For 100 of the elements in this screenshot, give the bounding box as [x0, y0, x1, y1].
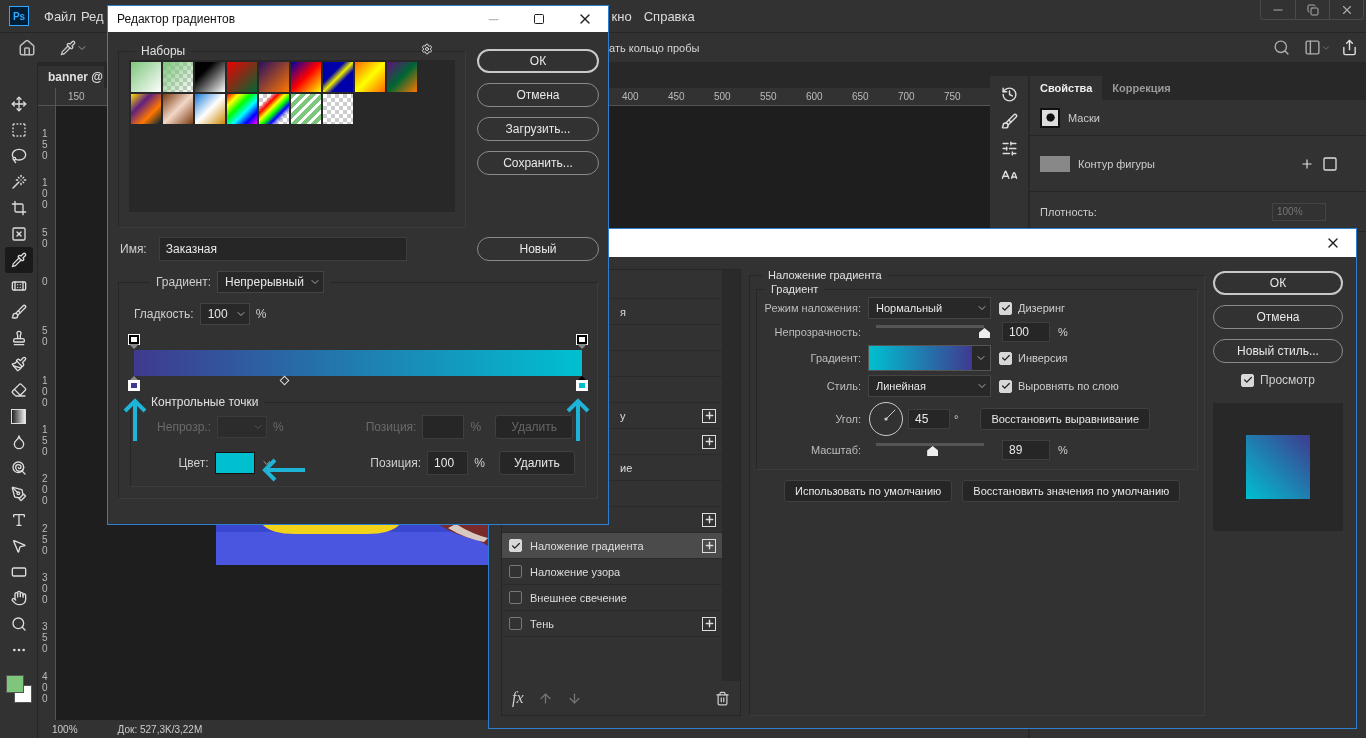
move-down-icon[interactable] — [566, 690, 582, 706]
shape-thumbnail — [1040, 155, 1070, 172]
add-icon[interactable] — [702, 408, 716, 423]
ruler-label: 100 — [42, 177, 48, 211]
dialog-button[interactable]: Отмена — [1213, 305, 1343, 329]
restore-icon[interactable] — [1306, 3, 1319, 16]
field-label: Градиент: — [809, 352, 861, 364]
brush-icon[interactable] — [1000, 113, 1018, 130]
reset-alignment-button[interactable]: Восстановить выравнивание — [980, 408, 1151, 430]
menu-item[interactable]: Справка — [643, 8, 695, 24]
home-icon[interactable] — [18, 38, 36, 57]
gradient-preset[interactable] — [195, 62, 225, 92]
ruler-label: 250 — [42, 522, 48, 556]
panel-tab[interactable]: Свойства — [1030, 76, 1103, 100]
eyedropper-icon[interactable] — [60, 39, 76, 56]
opacity-field[interactable]: 100 — [1002, 322, 1050, 342]
checkbox[interactable] — [509, 617, 522, 630]
position-field[interactable]: 100 — [427, 451, 469, 475]
checkbox[interactable] — [509, 565, 522, 578]
field-label: Градиент: — [156, 275, 211, 289]
unit-label: % — [470, 420, 482, 434]
window-title: Редактор градиентов — [117, 12, 236, 26]
trash-icon[interactable] — [715, 690, 730, 706]
group-title: Градиент — [770, 283, 820, 295]
default-button[interactable]: Восстановить значения по умолчанию — [962, 480, 1181, 502]
document-tab[interactable]: banner @ — [38, 66, 104, 88]
menu-item[interactable]: Файл — [44, 8, 76, 24]
dialog-button[interactable]: ОК — [477, 49, 599, 73]
gradient-preset[interactable] — [291, 62, 321, 92]
move-up-icon[interactable] — [537, 690, 553, 706]
default-button[interactable]: Использовать по умолчанию — [784, 480, 953, 502]
add-icon[interactable] — [702, 538, 716, 553]
vector-mask-icon[interactable] — [1322, 155, 1338, 172]
color-swatch[interactable] — [214, 452, 256, 474]
section-title: Наборы — [140, 44, 187, 58]
gradient-picker[interactable] — [868, 345, 991, 371]
ruler-label: 100 — [42, 374, 48, 408]
gradient-preset[interactable] — [259, 94, 289, 124]
tool-button[interactable] — [4, 247, 33, 273]
gradient-preset[interactable] — [227, 94, 257, 124]
ruler-label: 750 — [944, 91, 961, 102]
dialog-button[interactable]: Отмена — [477, 83, 599, 107]
field-label: Позиция: — [365, 420, 417, 434]
gradient-preset[interactable] — [323, 62, 353, 92]
lasso-icon — [10, 148, 27, 164]
checkbox-label: Выровнять по слою — [1018, 380, 1119, 392]
midpoint-icon[interactable] — [279, 375, 290, 386]
fx-button[interactable]: fx — [512, 689, 524, 707]
angle-dial[interactable] — [868, 401, 904, 437]
ruler-label: 400 — [622, 91, 639, 102]
style-list-item[interactable]: Наложение градиента — [502, 533, 722, 559]
pointer-icon — [10, 538, 27, 554]
slider-thumb[interactable] — [927, 446, 939, 456]
ruler-label: 50 — [42, 226, 48, 249]
search-icon[interactable] — [1273, 39, 1290, 56]
ruler-label: 200 — [42, 473, 48, 507]
maximize-icon[interactable] — [533, 13, 545, 25]
settings-icon[interactable] — [421, 43, 433, 55]
ruler-label: 700 — [898, 91, 915, 102]
dialog-button[interactable]: ОК — [1213, 271, 1343, 295]
dashed-square-icon — [10, 122, 27, 138]
unit-label: % — [1058, 444, 1068, 456]
add-icon[interactable] — [702, 434, 716, 449]
name-field[interactable]: Заказная — [158, 237, 407, 261]
dialog-button[interactable]: Сохранить... — [477, 151, 599, 175]
scale-field[interactable]: 89 — [1002, 440, 1050, 460]
opacity-stop[interactable] — [129, 335, 139, 349]
menu-item[interactable]: Ред — [80, 8, 104, 24]
sliders-icon[interactable] — [1000, 140, 1018, 157]
up-arrow-icon — [566, 398, 590, 442]
dialog-button[interactable]: Новый стиль... — [1213, 339, 1343, 363]
opacity-stop[interactable] — [577, 335, 587, 349]
add-icon[interactable] — [702, 616, 716, 631]
angle-field[interactable]: 45 — [908, 409, 950, 429]
checkbox-label: Просмотр — [1260, 373, 1315, 387]
field-label: Непрозрачность: — [773, 326, 861, 338]
new-button[interactable]: Новый — [477, 237, 599, 261]
color-stop[interactable] — [129, 376, 139, 390]
delete-button[interactable]: Удалить — [498, 451, 575, 475]
share-icon[interactable] — [1341, 39, 1358, 56]
workspace-icon[interactable] — [1304, 39, 1321, 56]
ruler-label: 500 — [714, 91, 731, 102]
option-label: ать кольцо пробы — [609, 41, 700, 54]
checkbox[interactable] — [509, 591, 522, 604]
add-icon[interactable] — [702, 512, 716, 527]
unit-label: ° — [954, 413, 959, 425]
menu-item[interactable]: кно — [611, 8, 632, 24]
gradient-type-select[interactable]: Непрерывный — [217, 271, 324, 293]
pen-icon — [10, 486, 27, 502]
field-label: Стиль: — [825, 380, 861, 392]
color-stop[interactable] — [577, 376, 587, 390]
style-select[interactable]: Линейная — [868, 375, 991, 397]
blend-mode-select[interactable]: Нормальный — [868, 297, 991, 319]
history-icon[interactable] — [1000, 86, 1018, 103]
add-mask-icon[interactable] — [1300, 156, 1314, 171]
ruler-label: 550 — [760, 91, 777, 102]
dialog-button[interactable]: Загрузить... — [477, 117, 599, 141]
slider-thumb[interactable] — [979, 328, 990, 338]
ruler-label: 150 — [42, 128, 48, 161]
smoothness-select[interactable]: 100 — [199, 303, 250, 325]
